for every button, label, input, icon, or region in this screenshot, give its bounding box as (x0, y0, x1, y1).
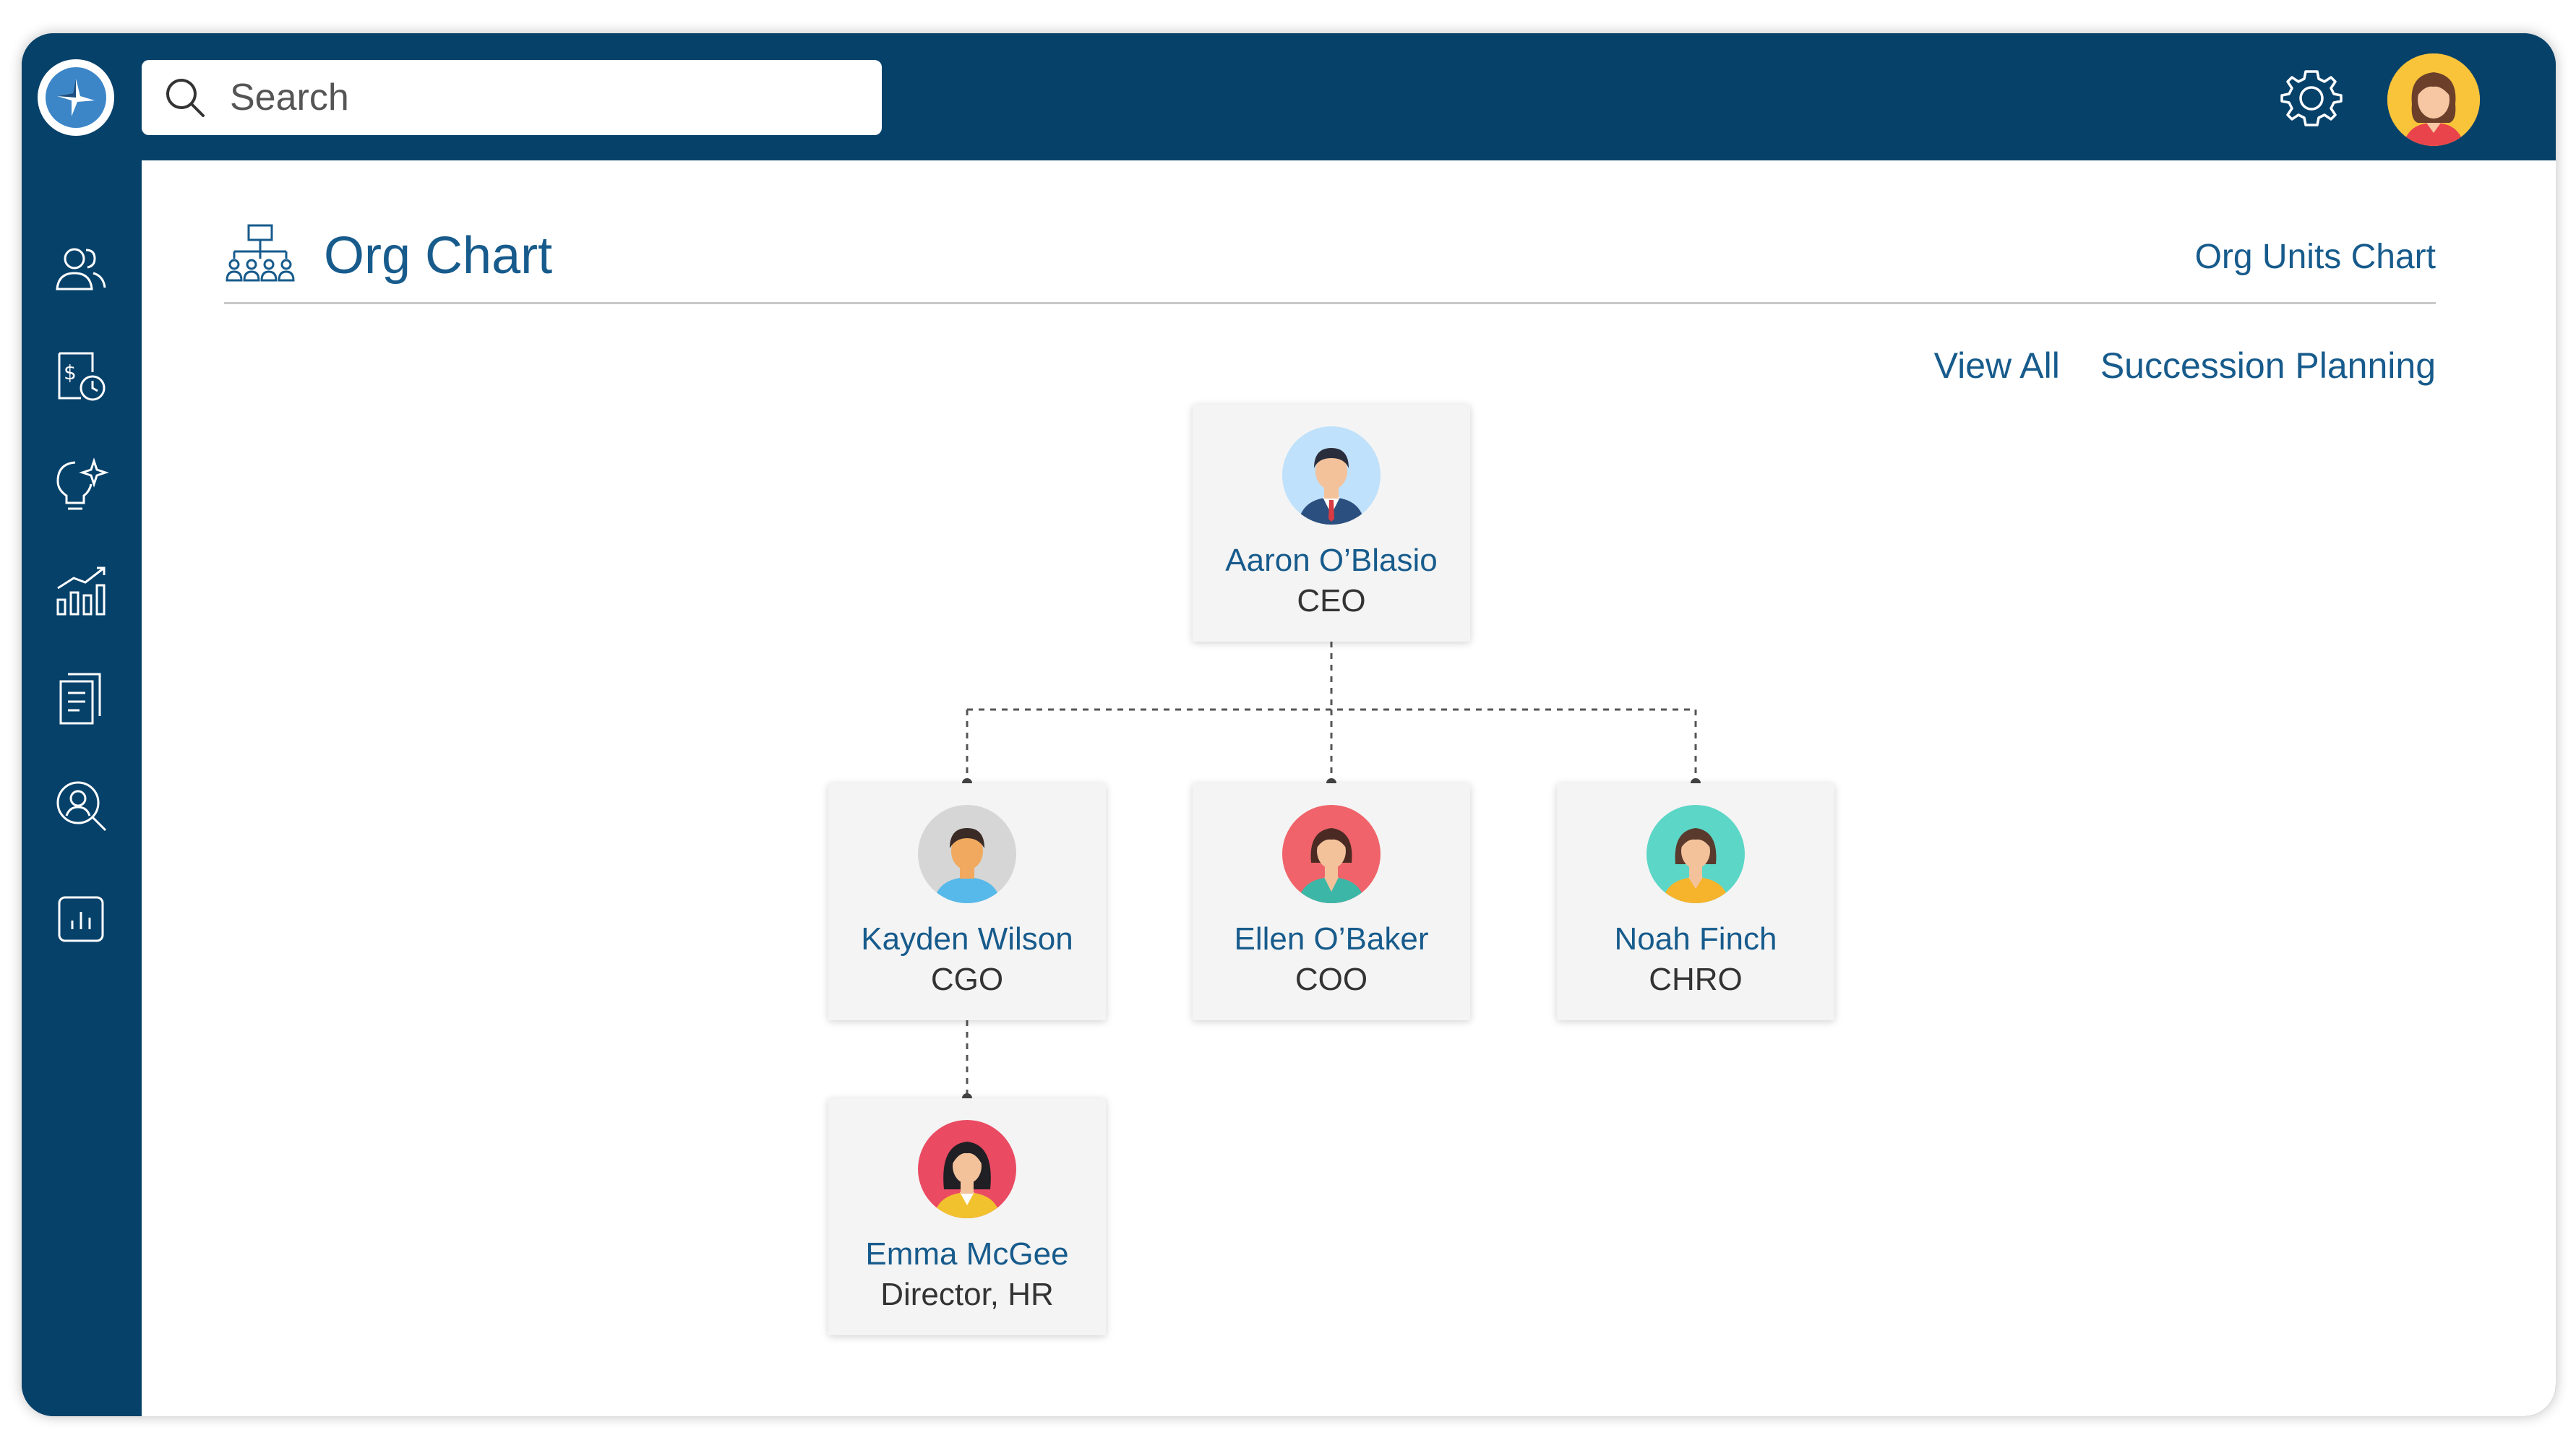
sidebar: $ (22, 160, 142, 1416)
avatar (1282, 805, 1381, 903)
org-card-coo[interactable]: Ellen O’Baker COO (1193, 783, 1470, 1020)
svg-text:$: $ (64, 361, 77, 384)
user-avatar-icon[interactable] (2387, 53, 2480, 146)
avatar (918, 805, 1016, 903)
page-title: Org Chart (324, 227, 553, 285)
employee-role: Director, HR (880, 1277, 1054, 1312)
main-content: Org Chart Org Units Chart View All Succe… (142, 160, 2556, 1416)
search-bar[interactable] (142, 60, 882, 135)
user-search-icon[interactable] (48, 773, 113, 838)
org-card-director-hr[interactable]: Emma McGee Director, HR (828, 1098, 1106, 1335)
search-input[interactable] (228, 75, 867, 120)
payroll-icon[interactable]: $ (48, 344, 113, 409)
chart-actions: View All Succession Planning (1934, 340, 2436, 392)
ideas-icon[interactable] (48, 452, 113, 517)
employee-name: Noah Finch (1614, 921, 1777, 957)
gear-icon[interactable] (2277, 64, 2346, 133)
employee-name: Kayden Wilson (861, 921, 1073, 957)
org-card-ceo[interactable]: Aaron O’Blasio CEO (1193, 405, 1470, 642)
view-all-link[interactable]: View All (1934, 340, 2060, 392)
employee-role: CGO (930, 962, 1004, 997)
search-icon (163, 76, 207, 119)
employee-role: COO (1295, 962, 1368, 997)
reports-icon[interactable] (48, 887, 113, 952)
top-bar (22, 33, 2556, 160)
documents-icon[interactable] (48, 666, 113, 731)
page-header: Org Chart Org Units Chart (224, 211, 2436, 304)
growth-chart-icon[interactable] (48, 559, 113, 624)
succession-planning-link[interactable]: Succession Planning (2100, 340, 2436, 392)
org-units-chart-link[interactable]: Org Units Chart (2195, 231, 2436, 283)
org-card-cgo[interactable]: Kayden Wilson CGO (828, 783, 1106, 1020)
people-icon[interactable] (48, 237, 113, 302)
employee-role: CHRO (1649, 962, 1743, 997)
employee-name: Emma McGee (865, 1236, 1069, 1272)
org-card-chro[interactable]: Noah Finch CHRO (1557, 783, 1834, 1020)
avatar (1282, 426, 1381, 525)
avatar (1647, 805, 1745, 903)
app-window: $ (22, 33, 2556, 1416)
employee-role: CEO (1297, 583, 1366, 619)
employee-name: Ellen O’Baker (1234, 921, 1429, 957)
avatar (918, 1120, 1016, 1218)
org-chart-icon (224, 223, 296, 292)
compass-logo-icon[interactable] (38, 59, 114, 136)
employee-name: Aaron O’Blasio (1225, 543, 1438, 578)
